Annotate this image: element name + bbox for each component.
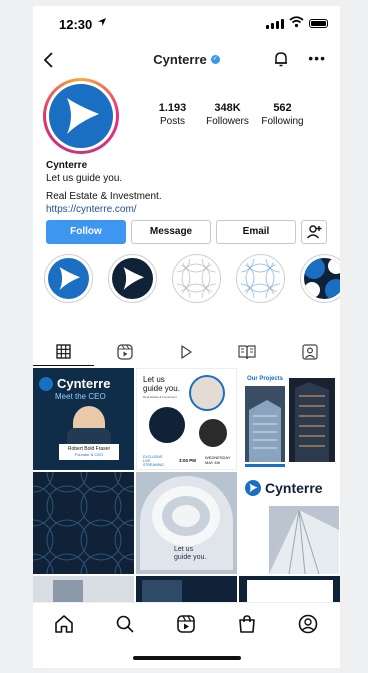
search-icon[interactable]: [114, 613, 136, 635]
tab-reels[interactable]: [94, 338, 155, 366]
highlight-pattern-icon: [176, 258, 217, 299]
grid-icon: [56, 344, 71, 359]
tab-posts-grid[interactable]: [33, 338, 94, 366]
person-photo: [189, 375, 225, 411]
post-thumbnail[interactable]: [239, 576, 340, 602]
profile-icon[interactable]: [297, 613, 319, 635]
story-highlight-4[interactable]: [236, 254, 285, 303]
verified-badge-icon: ✓: [210, 55, 220, 64]
highlight-pattern-icon: [304, 258, 340, 299]
bio-line-1: Let us guide you.: [46, 173, 123, 184]
circle-pattern: [33, 472, 134, 574]
profile-stats: 1.193 Posts 348K Followers 562 Following: [145, 102, 310, 127]
highlight-pattern-icon: [240, 258, 281, 299]
status-time: 12:30: [59, 17, 93, 32]
message-button[interactable]: Message: [131, 220, 211, 244]
profile-bio: Cynterre Let us guide you. Real Estate &…: [46, 159, 162, 216]
bottom-navigation: [33, 602, 340, 642]
person-photo: [197, 417, 229, 449]
cellular-signal-icon: [266, 19, 284, 29]
post-thumbnail[interactable]: [136, 576, 237, 602]
status-bar: 12:30: [33, 6, 340, 40]
building-photo: [289, 378, 335, 462]
email-button[interactable]: Email: [216, 220, 296, 244]
post-thumbnail[interactable]: Cynterre Meet the CEO Robert Bold Fraser…: [33, 368, 134, 470]
building-photo: [245, 386, 285, 462]
profile-avatar-ring[interactable]: [43, 78, 119, 154]
reels-icon: [116, 344, 133, 360]
tab-tagged[interactable]: [279, 338, 340, 366]
more-options-icon[interactable]: •••: [308, 50, 326, 66]
location-arrow-icon: [98, 18, 106, 26]
reels-icon[interactable]: [175, 613, 197, 635]
stat-followers[interactable]: 348K Followers: [200, 102, 255, 127]
story-highlight-1[interactable]: [44, 254, 93, 303]
add-person-icon: [306, 225, 322, 239]
bio-name: Cynterre: [46, 160, 88, 171]
profile-content-tabs: [33, 338, 340, 366]
shop-bag-icon[interactable]: [236, 613, 258, 635]
play-icon: [180, 345, 192, 359]
stat-posts[interactable]: 1.193 Posts: [145, 102, 200, 127]
notification-bell-icon[interactable]: [272, 50, 290, 68]
post-thumbnail[interactable]: [33, 576, 134, 602]
follow-button[interactable]: Follow: [46, 220, 126, 244]
phone-screen: 12:30 Cynterre ✓ ••• 1.193 Posts 348K Fo…: [33, 6, 340, 668]
home-indicator[interactable]: [133, 656, 241, 660]
post-thumbnail[interactable]: Our Projects: [239, 368, 340, 470]
story-highlight-5[interactable]: [300, 254, 340, 303]
profile-header: Cynterre ✓ •••: [33, 46, 340, 74]
guide-book-icon: [237, 345, 256, 360]
bio-line-2: Real Estate & Investment.: [46, 191, 162, 202]
post-thumbnail[interactable]: Let us guide you. Real Estate & Investme…: [136, 368, 237, 470]
tab-guides[interactable]: [216, 338, 277, 366]
tab-videos[interactable]: [155, 338, 216, 366]
person-photo: [147, 405, 187, 445]
suggested-people-button[interactable]: [301, 220, 327, 244]
profile-avatar-logo-icon: [49, 84, 113, 148]
post-thumbnail[interactable]: Let us guide you.: [136, 472, 237, 574]
story-highlight-3[interactable]: [172, 254, 221, 303]
highlight-logo-icon: [48, 258, 89, 299]
header-username: Cynterre ✓: [33, 52, 340, 67]
highlight-logo-icon: [112, 258, 153, 299]
wifi-icon: [289, 16, 304, 28]
header-username-text: Cynterre: [153, 52, 207, 67]
post-thumbnail[interactable]: [33, 472, 134, 574]
brand-logo-icon: [245, 480, 261, 496]
story-highlight-2[interactable]: [108, 254, 157, 303]
brand-logo-icon: [39, 376, 53, 391]
building-photo: [269, 506, 339, 574]
bio-website-link[interactable]: https://cynterre.com/: [46, 203, 162, 216]
home-icon[interactable]: [53, 613, 75, 635]
stat-following[interactable]: 562 Following: [255, 102, 310, 127]
tagged-person-icon: [301, 344, 318, 360]
battery-icon: [309, 19, 328, 28]
post-thumbnail[interactable]: Cynterre: [239, 472, 340, 574]
